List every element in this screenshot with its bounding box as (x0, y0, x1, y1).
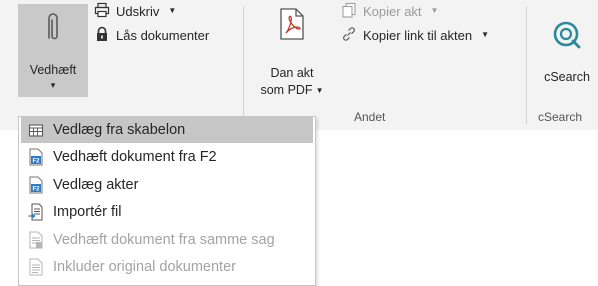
paperclip-icon (40, 10, 66, 49)
menu-item-importer-fil[interactable]: Importér fil (21, 199, 313, 225)
dan-akt-label-line1: Dan akt (270, 66, 314, 80)
original-document-icon (27, 258, 45, 276)
menu-item-label: Vedlæg fra skabelon (53, 122, 186, 138)
vedhaeft-button[interactable]: Vedhæft ▾ (18, 4, 88, 97)
f2-document-icon: F2 (27, 148, 45, 166)
chevron-down-icon: ▼ (430, 6, 439, 15)
menu-item-label: Vedhæft dokument fra samme sag (53, 232, 275, 248)
group-label-csearch: cSearch (538, 110, 583, 124)
printer-icon (94, 2, 110, 21)
template-icon (27, 121, 45, 139)
import-file-icon (27, 203, 45, 221)
group-separator (243, 6, 244, 124)
kopier-link-label: Kopier link til akten (363, 28, 473, 43)
csearch-label: cSearch (544, 70, 590, 84)
udskriv-label: Udskriv (116, 4, 160, 19)
menu-item-vedhaeft-fra-f2[interactable]: F2 Vedhæft dokument fra F2 (21, 144, 313, 170)
link-icon (341, 26, 357, 45)
pdf-document-icon (279, 8, 305, 45)
kopier-akt-label: Kopier akt (363, 4, 422, 19)
ribbon: Vedhæft ▾ Udskriv ▼ Lås dokumenter Dan a… (0, 0, 598, 130)
vedhaeft-dropdown-menu: Vedlæg fra skabelon F2 Vedhæft dokument … (18, 116, 316, 286)
dan-akt-som-pdf-button[interactable]: Dan akt som PDF ▼ (254, 8, 330, 100)
svg-text:F2: F2 (32, 187, 40, 193)
chevron-down-icon: ▼ (168, 6, 177, 15)
menu-item-label: Vedlæg akter (53, 177, 139, 193)
menu-item-vedlaeg-fra-skabelon[interactable]: Vedlæg fra skabelon (21, 117, 313, 143)
chevron-down-icon: ▾ (50, 80, 56, 90)
kopier-link-button[interactable]: Kopier link til akten ▼ (341, 26, 489, 45)
svg-text:F2: F2 (32, 159, 40, 165)
udskriv-button[interactable]: Udskriv ▼ (94, 2, 176, 21)
laas-dokumenter-button[interactable]: Lås dokumenter (94, 26, 209, 45)
laas-label: Lås dokumenter (116, 28, 210, 43)
menu-item-label: Vedhæft dokument fra F2 (53, 149, 217, 165)
menu-item-vedhaeft-fra-samme-sag[interactable]: Vedhæft dokument fra samme sag (21, 227, 313, 253)
csearch-button[interactable]: cSearch (536, 20, 598, 86)
csearch-icon (552, 20, 582, 55)
f2-document-icon: F2 (27, 176, 45, 194)
menu-item-label: Importér fil (53, 204, 122, 220)
kopier-akt-button[interactable]: Kopier akt ▼ (341, 2, 438, 21)
menu-item-inkluder-original[interactable]: Inkluder original dokumenter (21, 254, 313, 280)
vedhaeft-label: Vedhæft (29, 63, 77, 77)
dan-akt-label-line2: som PDF ▼ (260, 83, 324, 97)
menu-item-label: Inkluder original dokumenter (53, 259, 236, 275)
lock-icon (94, 26, 110, 45)
copy-document-icon (341, 2, 357, 21)
same-case-document-icon (27, 231, 45, 249)
chevron-down-icon: ▼ (481, 30, 490, 39)
group-label-andet: Andet (354, 110, 386, 124)
group-separator (526, 6, 527, 124)
menu-item-vedlaeg-akter[interactable]: F2 Vedlæg akter (21, 172, 313, 198)
